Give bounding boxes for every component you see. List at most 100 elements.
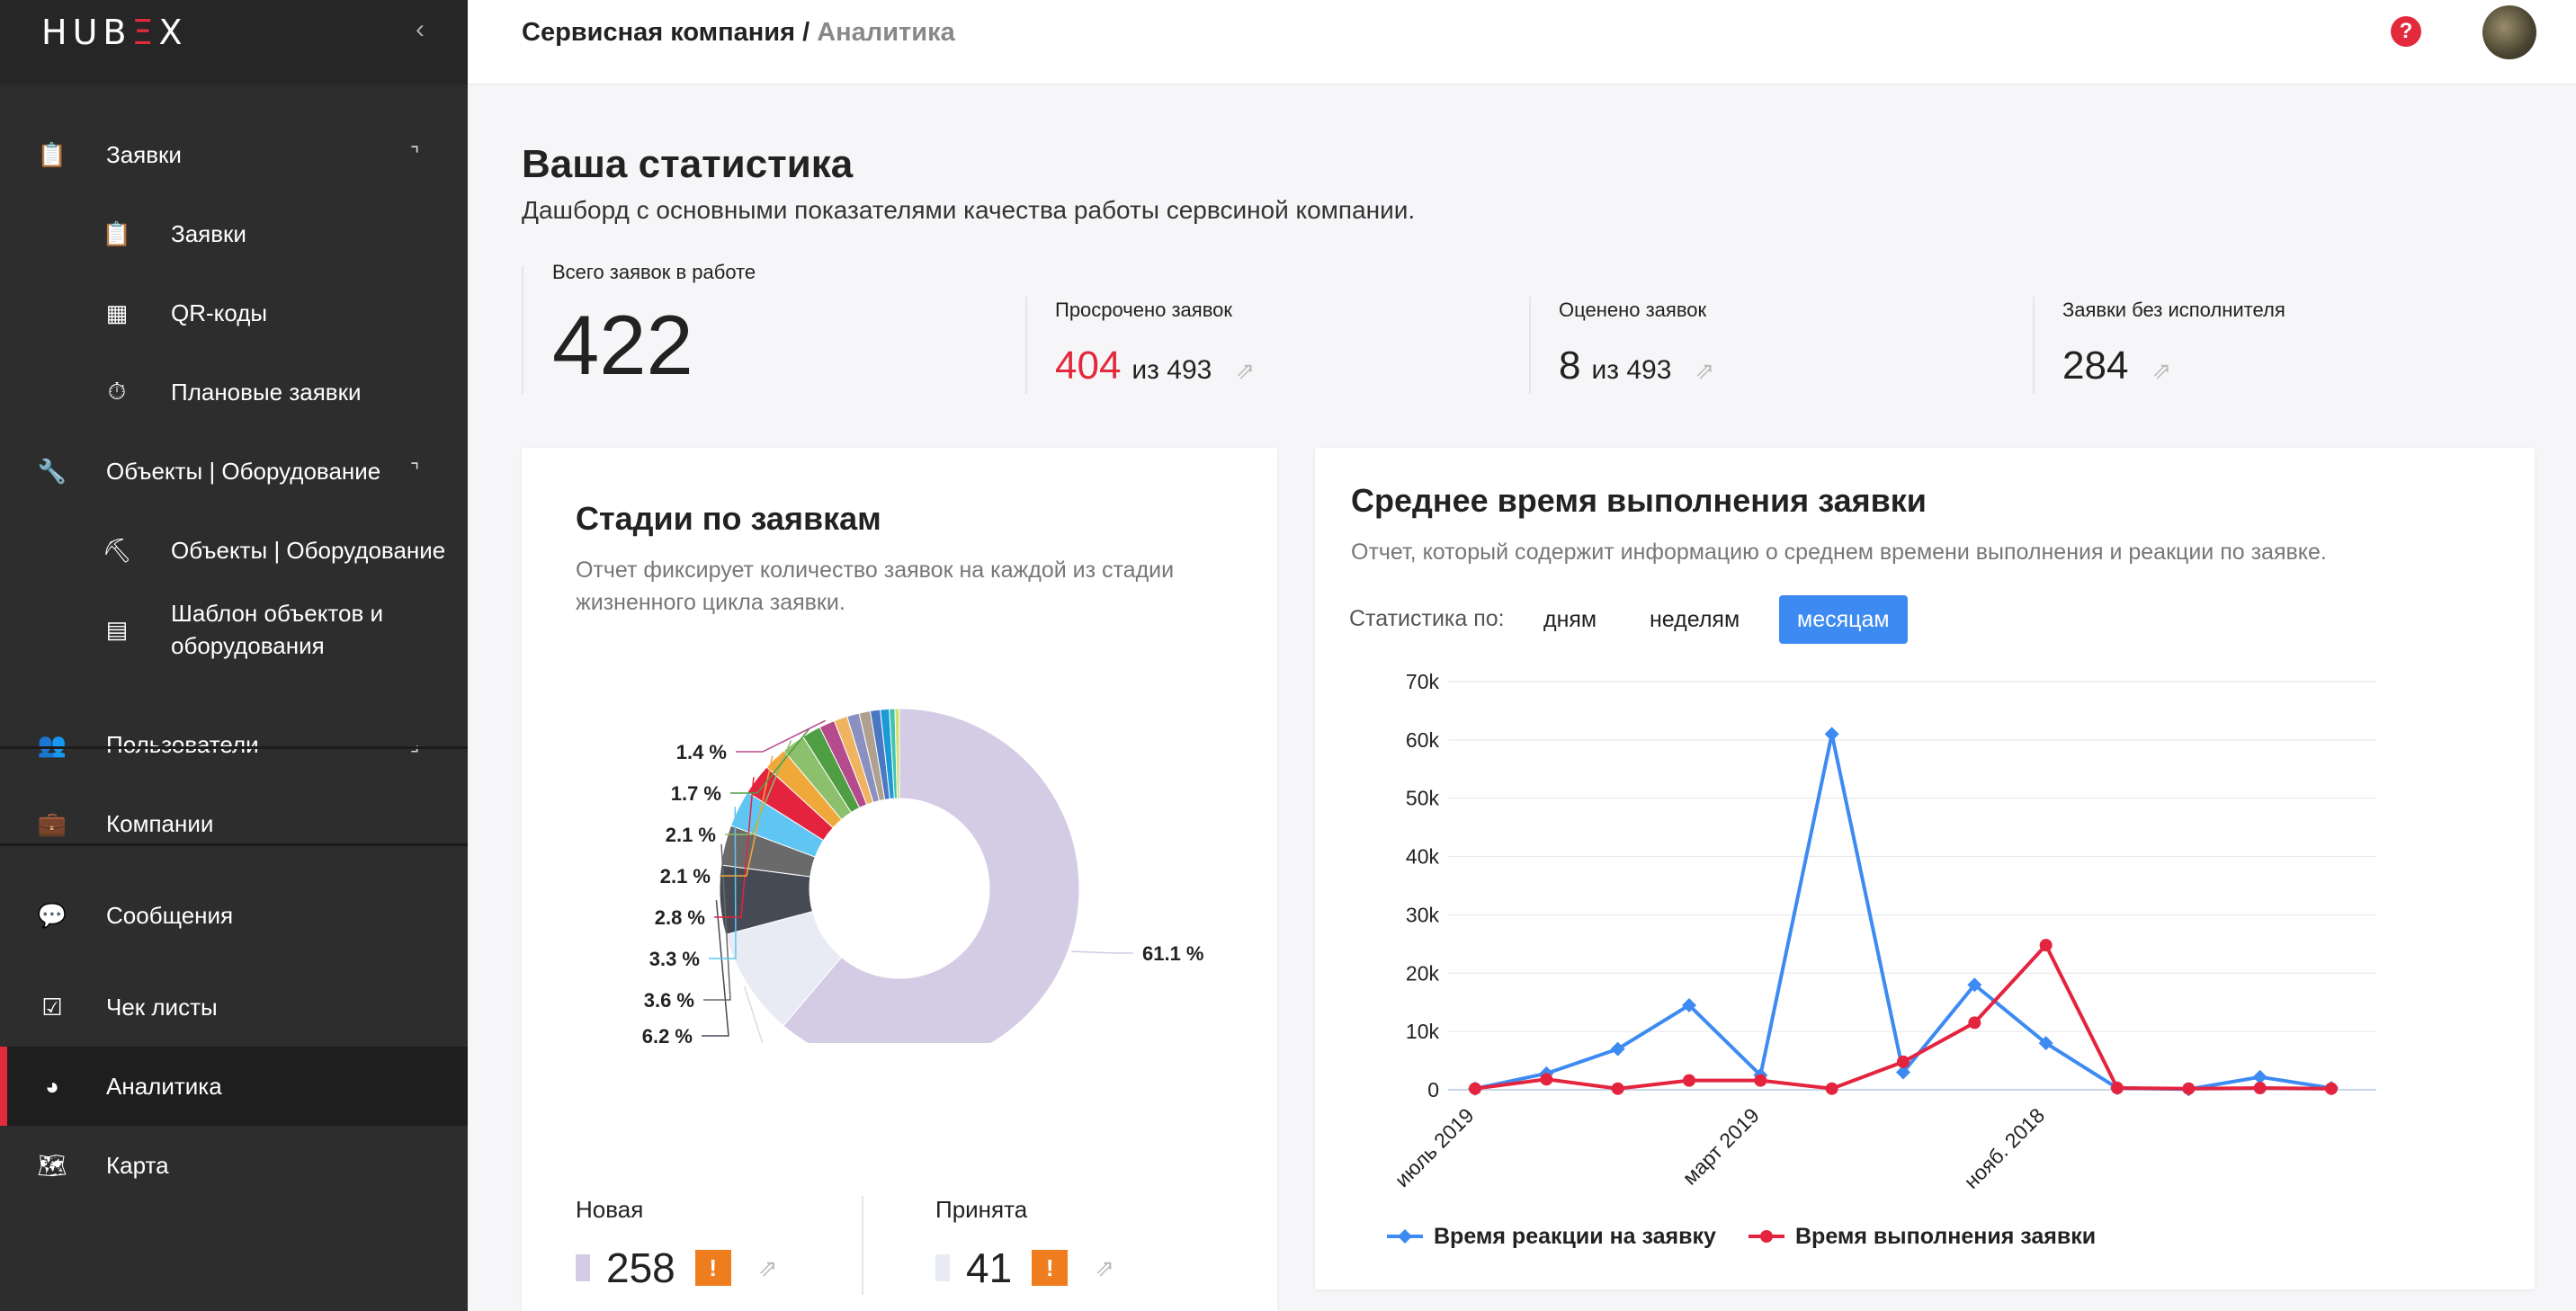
sidebar-item[interactable]: 🔧 Объекты | Оборудование ⌝ [0, 432, 468, 511]
sidebar-item-label: Пользователи [106, 730, 259, 758]
open-link-icon[interactable]: ⇗ [1095, 1254, 1114, 1282]
template-icon: ▤ [105, 615, 129, 643]
legend-label[interactable]: Время выполнения заявки [1795, 1224, 2096, 1249]
sidebar-item-label: Чек листы [106, 993, 218, 1021]
stages-card-title: Стадии по заявкам [576, 500, 881, 537]
data-point[interactable] [2325, 1082, 2338, 1095]
stages-card-desc-1: Отчет фиксирует количество заявок на каж… [576, 557, 1175, 583]
data-point[interactable] [1469, 1082, 1481, 1095]
expand-caret-icon[interactable]: ⌟ [410, 733, 419, 756]
sidebar-item[interactable]: ☑ Чек листы [0, 968, 468, 1047]
sidebar-item[interactable]: 🗺 Карта [0, 1126, 468, 1205]
breadcrumb-current: Аналитика [817, 18, 955, 47]
sidebar-item-label: Аналитика [106, 1072, 222, 1100]
checklist-icon: ☑ [41, 993, 63, 1021]
kpi-overdue-value: 404 [1055, 343, 1122, 388]
sidebar-item[interactable]: ⏱ Плановые заявки [0, 352, 468, 432]
open-link-icon[interactable]: ⇗ [2151, 357, 2171, 385]
expand-caret-icon[interactable]: ⌝ [410, 143, 419, 166]
message-icon: 💬 [37, 901, 67, 929]
legend-marker [1398, 1229, 1412, 1244]
donut-label: 61.1 % [1142, 942, 1204, 965]
warning-icon[interactable]: ! [1032, 1250, 1069, 1286]
legend-label[interactable]: Время реакции на заявку [1434, 1224, 1716, 1249]
y-tick-label: 30k [1406, 903, 1440, 926]
user-avatar[interactable] [2482, 5, 2536, 59]
expand-caret-icon[interactable]: ⌝ [410, 459, 419, 483]
warning-icon[interactable]: ! [694, 1250, 731, 1286]
data-point[interactable] [1824, 727, 1839, 742]
data-point[interactable] [1825, 1082, 1838, 1095]
donut-label: 6.2 % [642, 1025, 693, 1043]
series-line [1474, 733, 2332, 1092]
users-icon: 👥 [37, 730, 67, 758]
stage-new: Новая 258 ! ⇗ [576, 1196, 778, 1292]
open-link-icon[interactable]: ⇗ [1695, 357, 1714, 385]
y-tick-label: 60k [1406, 728, 1440, 752]
stage-accepted: Принята 41 ! ⇗ [935, 1196, 1114, 1292]
kpi-total-label: Всего заявок в работе [552, 261, 756, 283]
donut-label: 2.8 % [655, 906, 705, 929]
toggle-days[interactable]: дням [1525, 595, 1614, 644]
breadcrumb: Сервисная компания / Аналитика [522, 18, 955, 48]
sidebar: HUBΞX ‹ 📋 Заявки ⌝ 📋 Заявки ▦ QR-коды ⏱ Плановые… [0, 0, 468, 1311]
sidebar-item[interactable]: 💼 Компании [0, 784, 468, 863]
open-link-icon[interactable]: ⇗ [758, 1254, 778, 1282]
stage-name: Принята [935, 1196, 1028, 1223]
shovel-icon: ⛏ [102, 536, 132, 564]
kpi-divider [1529, 297, 1531, 394]
sidebar-item-label: Сообщения [106, 901, 234, 929]
kpi-rated: Оценено заявок 8 из 493 ⇗ [1559, 299, 1714, 432]
sidebar-item[interactable]: 📋 Заявки ⌝ [0, 115, 468, 194]
help-icon[interactable]: ? [2391, 16, 2421, 47]
sidebar-item[interactable]: ▦ QR-коды [0, 273, 468, 352]
page-subtitle: Дашборд с основными показателями качеств… [522, 196, 1416, 224]
toggle-weeks[interactable]: неделям [1632, 595, 1758, 644]
data-point[interactable] [1968, 1016, 1981, 1030]
stopwatch-icon: ⏱ [107, 378, 127, 405]
data-point[interactable] [2039, 939, 2053, 952]
toggle-months[interactable]: месяцам [1779, 595, 1908, 644]
breadcrumb-separator: / [795, 18, 818, 47]
kpi-divider [1025, 297, 1027, 394]
donut-label: 3.3 % [649, 948, 700, 970]
kpi-rated-value: 8 [1559, 343, 1581, 388]
data-point[interactable] [1611, 1082, 1624, 1095]
map-icon: 🗺 [37, 1151, 67, 1179]
sidebar-item[interactable]: ◕ Аналитика [0, 1047, 468, 1126]
app-logo[interactable]: HUBΞX [41, 13, 188, 52]
sidebar-item[interactable]: 💬 Сообщения [0, 876, 468, 955]
data-point[interactable] [1897, 1055, 1910, 1068]
kpi-overdue-of: из 493 [1131, 355, 1212, 385]
sidebar-item-label-line: оборудования [171, 632, 325, 659]
sidebar-divider [0, 746, 468, 749]
sidebar-divider [0, 843, 468, 846]
x-tick-label: июль 2019 [1391, 1103, 1479, 1191]
sidebar-item[interactable]: ⛏ Объекты | Оборудование [0, 511, 468, 590]
data-point[interactable] [1754, 1074, 1767, 1087]
donut-label: 3.6 % [644, 989, 694, 1012]
data-point[interactable] [2253, 1082, 2267, 1095]
sidebar-item-label: QR-коды [171, 299, 268, 326]
kpi-rated-label: Оценено заявок [1559, 299, 1707, 321]
stage-name: Новая [576, 1196, 644, 1223]
sidebar-item[interactable]: 👥 Пользователи ⌟ [0, 705, 468, 784]
sidebar-item[interactable]: 📋 Заявки [0, 194, 468, 273]
y-tick-label: 20k [1406, 961, 1440, 985]
data-point[interactable] [2111, 1082, 2124, 1095]
donut-label: 1.7 % [671, 782, 721, 805]
sidebar-item[interactable]: ▤ Шаблон объектов и оборудования [0, 590, 468, 669]
breadcrumb-company[interactable]: Сервисная компания [522, 18, 795, 47]
kpi-overdue: Просрочено заявок 404 из 493 ⇗ [1055, 299, 1255, 432]
clipboard-icon: 📋 [102, 219, 132, 247]
collapse-sidebar-icon[interactable]: ‹ [416, 14, 425, 45]
stage-divider [862, 1196, 863, 1295]
time-line-chart: 0 10k 20k 30k 40k 50k 60k 70k июль 2019 март 2019… [1387, 670, 2376, 1249]
data-point[interactable] [1540, 1073, 1553, 1086]
data-point[interactable] [2182, 1082, 2196, 1095]
kpi-total-value: 422 [552, 298, 693, 392]
kpi-no-executor: Заявки без исполнителя 284 ⇗ [2062, 299, 2285, 432]
open-link-icon[interactable]: ⇗ [1235, 357, 1255, 385]
data-point[interactable] [1683, 1074, 1695, 1087]
donut-label: 2.1 % [660, 865, 711, 887]
